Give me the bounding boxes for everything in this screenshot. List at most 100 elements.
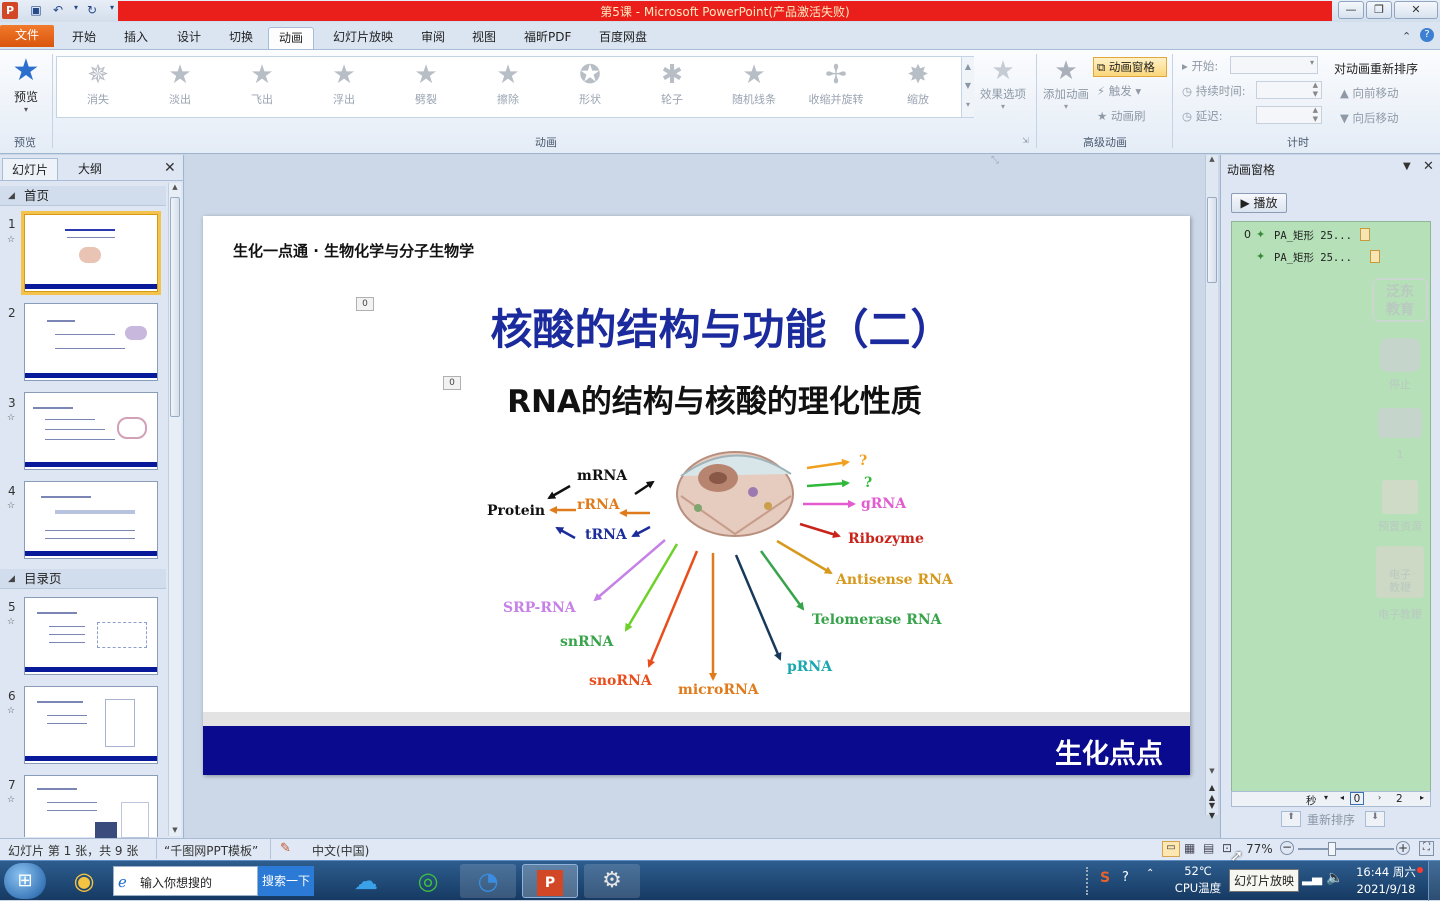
slide-thumbnail-7[interactable] (24, 775, 158, 838)
slide-canvas[interactable]: 生化一点通 · 生物化学与分子生物学 0 核酸的结构与功能（二） 0 RNA的结… (203, 216, 1190, 775)
fit-to-window-icon[interactable]: ⛶ (1419, 841, 1434, 856)
seconds-dropdown-icon[interactable]: ▾ (1324, 793, 1328, 802)
section-home[interactable]: ◢ 首页 (0, 186, 166, 206)
tray-expand-icon[interactable]: ⌃ (1146, 868, 1154, 879)
anim-random-bars[interactable]: ★ 随机线条 (719, 59, 789, 115)
zoom-slider[interactable] (1298, 848, 1394, 850)
zoom-slider-thumb[interactable] (1328, 842, 1336, 856)
anim-zoom[interactable]: ✸ 缩放 (883, 59, 953, 115)
tab-insert[interactable]: 插入 (114, 27, 158, 49)
anim-disappear[interactable]: ✵ 消失 (63, 59, 133, 115)
tab-animations[interactable]: 动画 (268, 27, 315, 49)
slide-thumbnail-6[interactable] (24, 686, 158, 764)
anim-shape[interactable]: ✪ 形状 (555, 59, 625, 115)
play-button[interactable]: ▶ 播放 (1231, 193, 1287, 213)
sorter-view-icon[interactable]: ▦ (1184, 841, 1195, 855)
zoom-in-button[interactable]: + (1396, 841, 1410, 855)
move-earlier-button[interactable]: ▲ 向前移动 (1340, 85, 1399, 101)
animation-pane-button[interactable]: ⧉ 动画窗格 (1093, 57, 1167, 77)
animation-item-2[interactable]: PA_矩形 25... (1274, 250, 1352, 265)
timing-bar[interactable] (1360, 228, 1370, 241)
tab-slideshow[interactable]: 幻灯片放映 (323, 27, 403, 49)
slide-scrollbar[interactable]: ▲ ▼ ▲ ▲ ▼ ▼ (1205, 155, 1218, 820)
search-input[interactable]: 输入你想搜的 (140, 874, 212, 891)
restore-button[interactable]: ❐ (1366, 1, 1392, 19)
section-contents[interactable]: ◢ 目录页 (0, 569, 166, 589)
timeline-left-icon[interactable]: ◂ (1340, 793, 1344, 802)
language[interactable]: 中文(中国) (312, 842, 369, 859)
minimize-button[interactable]: — (1338, 1, 1364, 19)
animation-dialog-launcher-icon[interactable]: ⇲ (1022, 136, 1029, 145)
slide-thumbnail-2[interactable] (24, 303, 158, 381)
slide-thumbnail-4[interactable] (24, 481, 158, 559)
anim-fade[interactable]: ★ 淡出 (145, 59, 215, 115)
powerpoint-icon[interactable]: P (2, 2, 18, 19)
browser-icon[interactable]: ◎ (400, 864, 456, 898)
preview-button[interactable]: ★ 预览 ▾ (6, 54, 46, 115)
slide-thumbnail-3[interactable] (24, 392, 158, 470)
timeline-right-icon[interactable]: ▸ (1420, 793, 1424, 802)
next-slide-icon[interactable]: ▼ ▼ (1206, 801, 1218, 821)
show-desktop-button[interactable] (1428, 861, 1440, 901)
scroll-up-icon[interactable]: ▲ (1206, 155, 1218, 163)
anim-shrink-turn[interactable]: ✢ 收缩并旋转 (801, 59, 871, 115)
move-later-button[interactable]: ▼ 向后移动 (1340, 110, 1399, 126)
zoom-out-button[interactable]: − (1280, 841, 1294, 855)
search-button[interactable]: 搜索一下 (258, 866, 314, 896)
reorder-up-icon[interactable]: ⬆ (1281, 811, 1301, 827)
taskbar-app-icon[interactable]: ◉ (56, 864, 112, 898)
scroll-down-icon[interactable]: ▼ (1206, 767, 1218, 775)
cpu-temp-widget[interactable]: 52℃ CPU温度 (1168, 863, 1228, 897)
tab-outline[interactable]: 大纲 (62, 158, 118, 180)
network-icon[interactable]: ▂▄ (1302, 871, 1322, 886)
search-box[interactable]: ℯ 输入你想搜的 (113, 866, 258, 896)
undo-icon[interactable]: ↶ (50, 3, 66, 19)
zoom-level[interactable]: 77% (1246, 842, 1273, 856)
theme-name[interactable]: “千图网PPT模板” (164, 842, 258, 859)
animation-painter-button[interactable]: ★ 动画刷 (1097, 108, 1145, 124)
tab-baidu-netdisk[interactable]: 百度网盘 (589, 27, 657, 49)
sogou-ime-icon[interactable]: S (1100, 870, 1110, 886)
tab-design[interactable]: 设计 (167, 27, 211, 49)
tab-transitions[interactable]: 切换 (219, 27, 263, 49)
start-select[interactable]: ▾ (1230, 56, 1318, 74)
tab-review[interactable]: 审阅 (411, 27, 455, 49)
anim-wipe[interactable]: ★ 擦除 (473, 59, 543, 115)
close-pane-icon[interactable]: ✕ (164, 160, 176, 176)
prev-slide-icon[interactable]: ▲ ▲ (1206, 783, 1218, 803)
anim-wheel[interactable]: ✱ 轮子 (637, 59, 707, 115)
animation-item-1[interactable]: PA_矩形 25... (1274, 228, 1352, 243)
tab-view[interactable]: 视图 (462, 27, 506, 49)
baidu-netdisk-icon[interactable]: ☁ (338, 864, 394, 898)
scrollbar-thumb[interactable] (1207, 197, 1217, 283)
slide-thumbnail-1[interactable] (21, 211, 161, 295)
spellcheck-icon[interactable]: ✎ (280, 841, 291, 856)
anim-float-out[interactable]: ★ 浮出 (309, 59, 379, 115)
tab-slides[interactable]: 幻灯片 (2, 158, 58, 180)
powerpoint-taskbar-button[interactable]: P (522, 864, 578, 898)
add-animation-button[interactable]: ★ 添加动画 ▾ (1040, 56, 1092, 111)
anim-fly-out[interactable]: ★ 飞出 (227, 59, 297, 115)
collapse-ribbon-icon[interactable]: ⌃ (1402, 30, 1411, 43)
normal-view-icon[interactable]: ▭ (1162, 841, 1180, 857)
clock[interactable]: 16:44 周六 2021/9/18 (1350, 864, 1422, 898)
pane-menu-icon[interactable]: ▼ (1403, 161, 1411, 172)
scroll-up-icon[interactable]: ▲ (169, 183, 181, 191)
tab-home[interactable]: 开始 (62, 27, 106, 49)
trigger-button[interactable]: ⚡ 触发 ▾ (1097, 83, 1141, 99)
tab-foxit-pdf[interactable]: 福昕PDF (514, 27, 581, 49)
edge-icon[interactable]: ◔ (460, 864, 516, 898)
slides-scrollbar[interactable]: ▲ ▼ (168, 183, 181, 836)
gallery-scroll[interactable]: ▲ ▼ ▾ (961, 57, 974, 117)
scroll-down-icon[interactable]: ▼ (169, 826, 181, 834)
anim-split[interactable]: ★ 劈裂 (391, 59, 461, 115)
help-icon[interactable]: ? (1420, 28, 1434, 42)
start-button[interactable]: ⊞ (4, 863, 46, 899)
timeline-start[interactable]: 0 (1350, 792, 1364, 805)
reorder-down-icon[interactable]: ⬇ (1365, 811, 1385, 827)
reading-view-icon[interactable]: ▤ (1203, 841, 1214, 855)
save-icon[interactable]: ▣ (28, 3, 44, 19)
media-app-icon[interactable]: ⚙ (584, 864, 640, 898)
undo-dropdown-icon[interactable]: ▾ (68, 3, 84, 19)
tab-file[interactable]: 文件 (0, 25, 54, 47)
